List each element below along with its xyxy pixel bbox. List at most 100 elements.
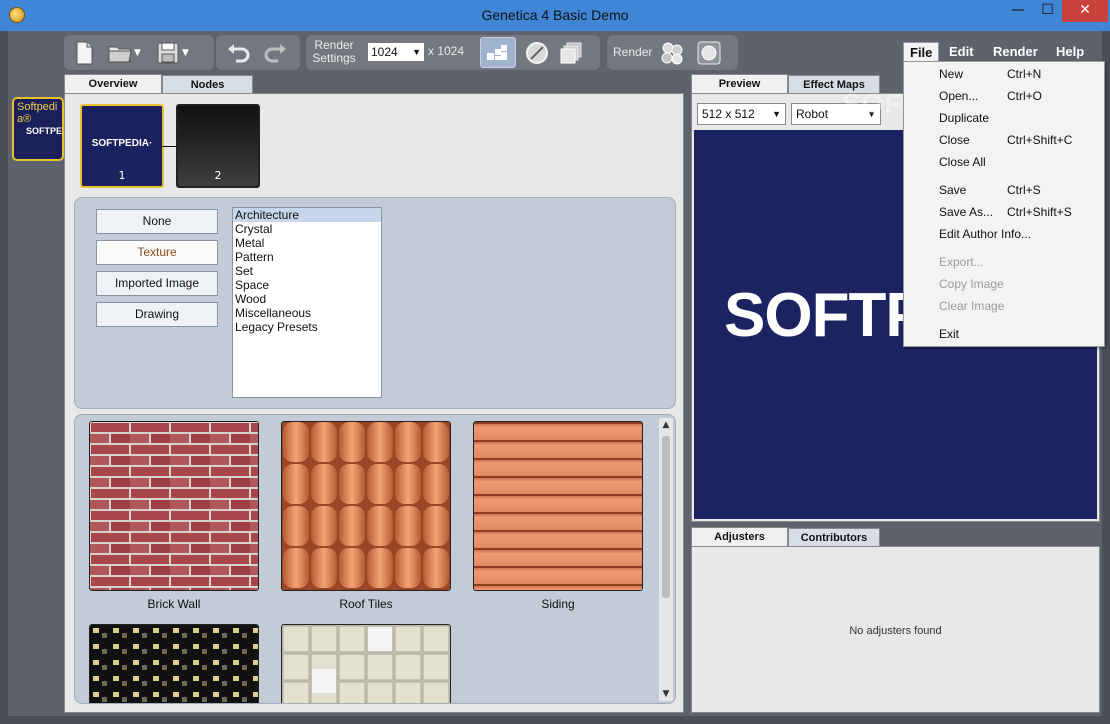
texture-thumb-windows[interactable] xyxy=(89,624,259,703)
menu-item-export: Export... xyxy=(904,252,1104,272)
category-item[interactable]: Crystal xyxy=(233,222,381,236)
node-1[interactable]: SOFTPEDIA· 1 xyxy=(80,104,164,188)
texture-gallery: Brick Wall Roof Tiles Siding ▲ ▼ xyxy=(74,414,676,704)
scroll-thumb[interactable] xyxy=(662,436,670,598)
menu-file[interactable]: File xyxy=(903,42,940,62)
scroll-up-arrow-icon[interactable]: ▲ xyxy=(659,420,673,430)
menu-help[interactable]: Help xyxy=(1050,42,1090,62)
menu-item-save-as[interactable]: Save As... Ctrl+Shift+S xyxy=(904,202,1104,222)
floppy-disk-icon xyxy=(157,42,179,64)
render-button[interactable] xyxy=(695,39,723,67)
category-item[interactable]: Space xyxy=(233,278,381,292)
menu-item-open[interactable]: Open... Ctrl+O xyxy=(904,86,1104,106)
new-document-button[interactable] xyxy=(70,39,98,67)
menu-item-shortcut: Ctrl+N xyxy=(1007,67,1042,81)
node-2[interactable]: 2 xyxy=(176,104,260,188)
half-circle-icon xyxy=(526,42,548,64)
open-dropdown-arrow[interactable]: ▼ xyxy=(134,39,146,67)
menu-item-label: Close All xyxy=(939,155,986,169)
menu-item-close[interactable]: Close Ctrl+Shift+C xyxy=(904,130,1104,150)
menu-item-label: Close xyxy=(939,133,970,147)
category-item[interactable]: Set xyxy=(233,264,381,278)
category-item[interactable]: Metal xyxy=(233,236,381,250)
node-1-logo: SOFTPEDIA· xyxy=(91,138,153,149)
tiling-icon xyxy=(487,45,507,60)
title-bar: Genetica 4 Basic Demo — ☐ ✕ xyxy=(0,0,1110,31)
category-item[interactable]: Legacy Presets xyxy=(233,320,381,334)
shading-toggle-button[interactable] xyxy=(523,39,551,67)
render-spheres-icon xyxy=(661,42,683,65)
texture-thumb-roof-tiles[interactable] xyxy=(281,421,451,591)
menu-item-close-all[interactable]: Close All xyxy=(904,152,1104,172)
menu-item-exit[interactable]: Exit xyxy=(904,324,1104,344)
tab-nodes[interactable]: Nodes xyxy=(162,75,253,95)
preview-resolution-value: 512 x 512 xyxy=(702,107,755,121)
menu-item-label: Save xyxy=(939,183,967,197)
texture-thumb-brick-wall[interactable] xyxy=(89,421,259,591)
scroll-down-arrow-icon[interactable]: ▼ xyxy=(659,689,673,699)
toolbar-file-group: ▼ ▼ xyxy=(64,35,214,70)
save-dropdown-arrow[interactable]: ▼ xyxy=(182,39,194,67)
type-button-drawing[interactable]: Drawing xyxy=(96,302,218,327)
menu-render[interactable]: Render xyxy=(987,42,1044,62)
menu-item-shortcut: Ctrl+S xyxy=(1007,183,1041,197)
windows-swatch xyxy=(90,625,258,703)
menu-item-new[interactable]: New Ctrl+N xyxy=(904,64,1104,84)
tab-preview[interactable]: Preview xyxy=(691,74,788,94)
close-window-button[interactable]: ✕ xyxy=(1062,0,1108,22)
category-list[interactable]: Architecture Crystal Metal Pattern Set S… xyxy=(232,207,382,398)
menu-item-duplicate[interactable]: Duplicate xyxy=(904,108,1104,128)
texture-thumb-siding[interactable] xyxy=(473,421,643,591)
menu-item-label: New xyxy=(939,67,964,81)
menu-item-label: Duplicate xyxy=(939,111,990,125)
render-size-select[interactable]: 1024 ▼ xyxy=(367,42,425,62)
menu-item-edit-author-info[interactable]: Edit Author Info... xyxy=(904,224,1104,244)
source-type-box: None Texture Imported Image Drawing Arch… xyxy=(74,197,676,409)
left-node-thumbnail[interactable]: Softpedi a® SOFTPEDIA xyxy=(12,97,64,161)
toolbar-render-group: Render xyxy=(607,35,738,70)
texture-label: Siding xyxy=(541,597,575,611)
tab-adjusters[interactable]: Adjusters xyxy=(691,527,788,547)
tab-contributors[interactable]: Contributors xyxy=(788,528,880,548)
tab-overview[interactable]: Overview xyxy=(64,74,162,94)
category-item[interactable]: Miscellaneous xyxy=(233,306,381,320)
category-item[interactable]: Architecture xyxy=(233,208,381,222)
gallery-scrollbar[interactable]: ▲ ▼ xyxy=(659,418,673,701)
node-connector xyxy=(162,146,176,147)
open-folder-button[interactable] xyxy=(106,39,134,67)
layers-icon xyxy=(560,42,582,64)
menu-item-label: Save As... xyxy=(939,205,994,219)
category-item[interactable]: Pattern xyxy=(233,250,381,264)
render-label: Render xyxy=(613,45,653,59)
layers-button[interactable] xyxy=(558,39,586,67)
minimize-button[interactable]: — xyxy=(1003,0,1033,22)
menu-item-label: Open... xyxy=(939,89,979,103)
type-button-texture[interactable]: Texture xyxy=(96,240,218,265)
redo-icon xyxy=(264,44,286,63)
menu-item-shortcut: Ctrl+Shift+S xyxy=(1007,205,1072,219)
tiling-toggle-button[interactable] xyxy=(480,37,516,68)
left-node-caption: Softpedi a® xyxy=(17,101,57,125)
save-button[interactable] xyxy=(154,39,182,67)
maximize-button[interactable]: ☐ xyxy=(1033,0,1062,22)
menu-edit[interactable]: Edit xyxy=(943,42,980,62)
preview-resolution-select[interactable]: 512 x 512 ▼ xyxy=(697,103,786,125)
category-item[interactable]: Wood xyxy=(233,292,381,306)
window-title: Genetica 4 Basic Demo xyxy=(481,7,629,23)
menu-item-save[interactable]: Save Ctrl+S xyxy=(904,180,1104,200)
undo-button[interactable] xyxy=(224,39,252,67)
render-all-button[interactable] xyxy=(658,39,686,67)
texture-label: Roof Tiles xyxy=(339,597,393,611)
node-2-number: 2 xyxy=(214,169,222,182)
chevron-down-icon: ▼ xyxy=(412,47,421,57)
roof-tiles-swatch xyxy=(282,422,450,590)
adjusters-empty-message: No adjusters found xyxy=(849,625,942,637)
redo-button[interactable] xyxy=(262,39,290,67)
render-settings-line2: Settings xyxy=(312,51,356,65)
type-button-none[interactable]: None xyxy=(96,209,218,234)
left-node-caption-line1: Softpedi xyxy=(17,101,58,113)
texture-thumb-tiles[interactable] xyxy=(281,624,451,703)
left-node-caption-line2: a® xyxy=(17,113,32,125)
menu-item-shortcut: Ctrl+O xyxy=(1007,89,1043,103)
type-button-imported-image[interactable]: Imported Image xyxy=(96,271,218,296)
